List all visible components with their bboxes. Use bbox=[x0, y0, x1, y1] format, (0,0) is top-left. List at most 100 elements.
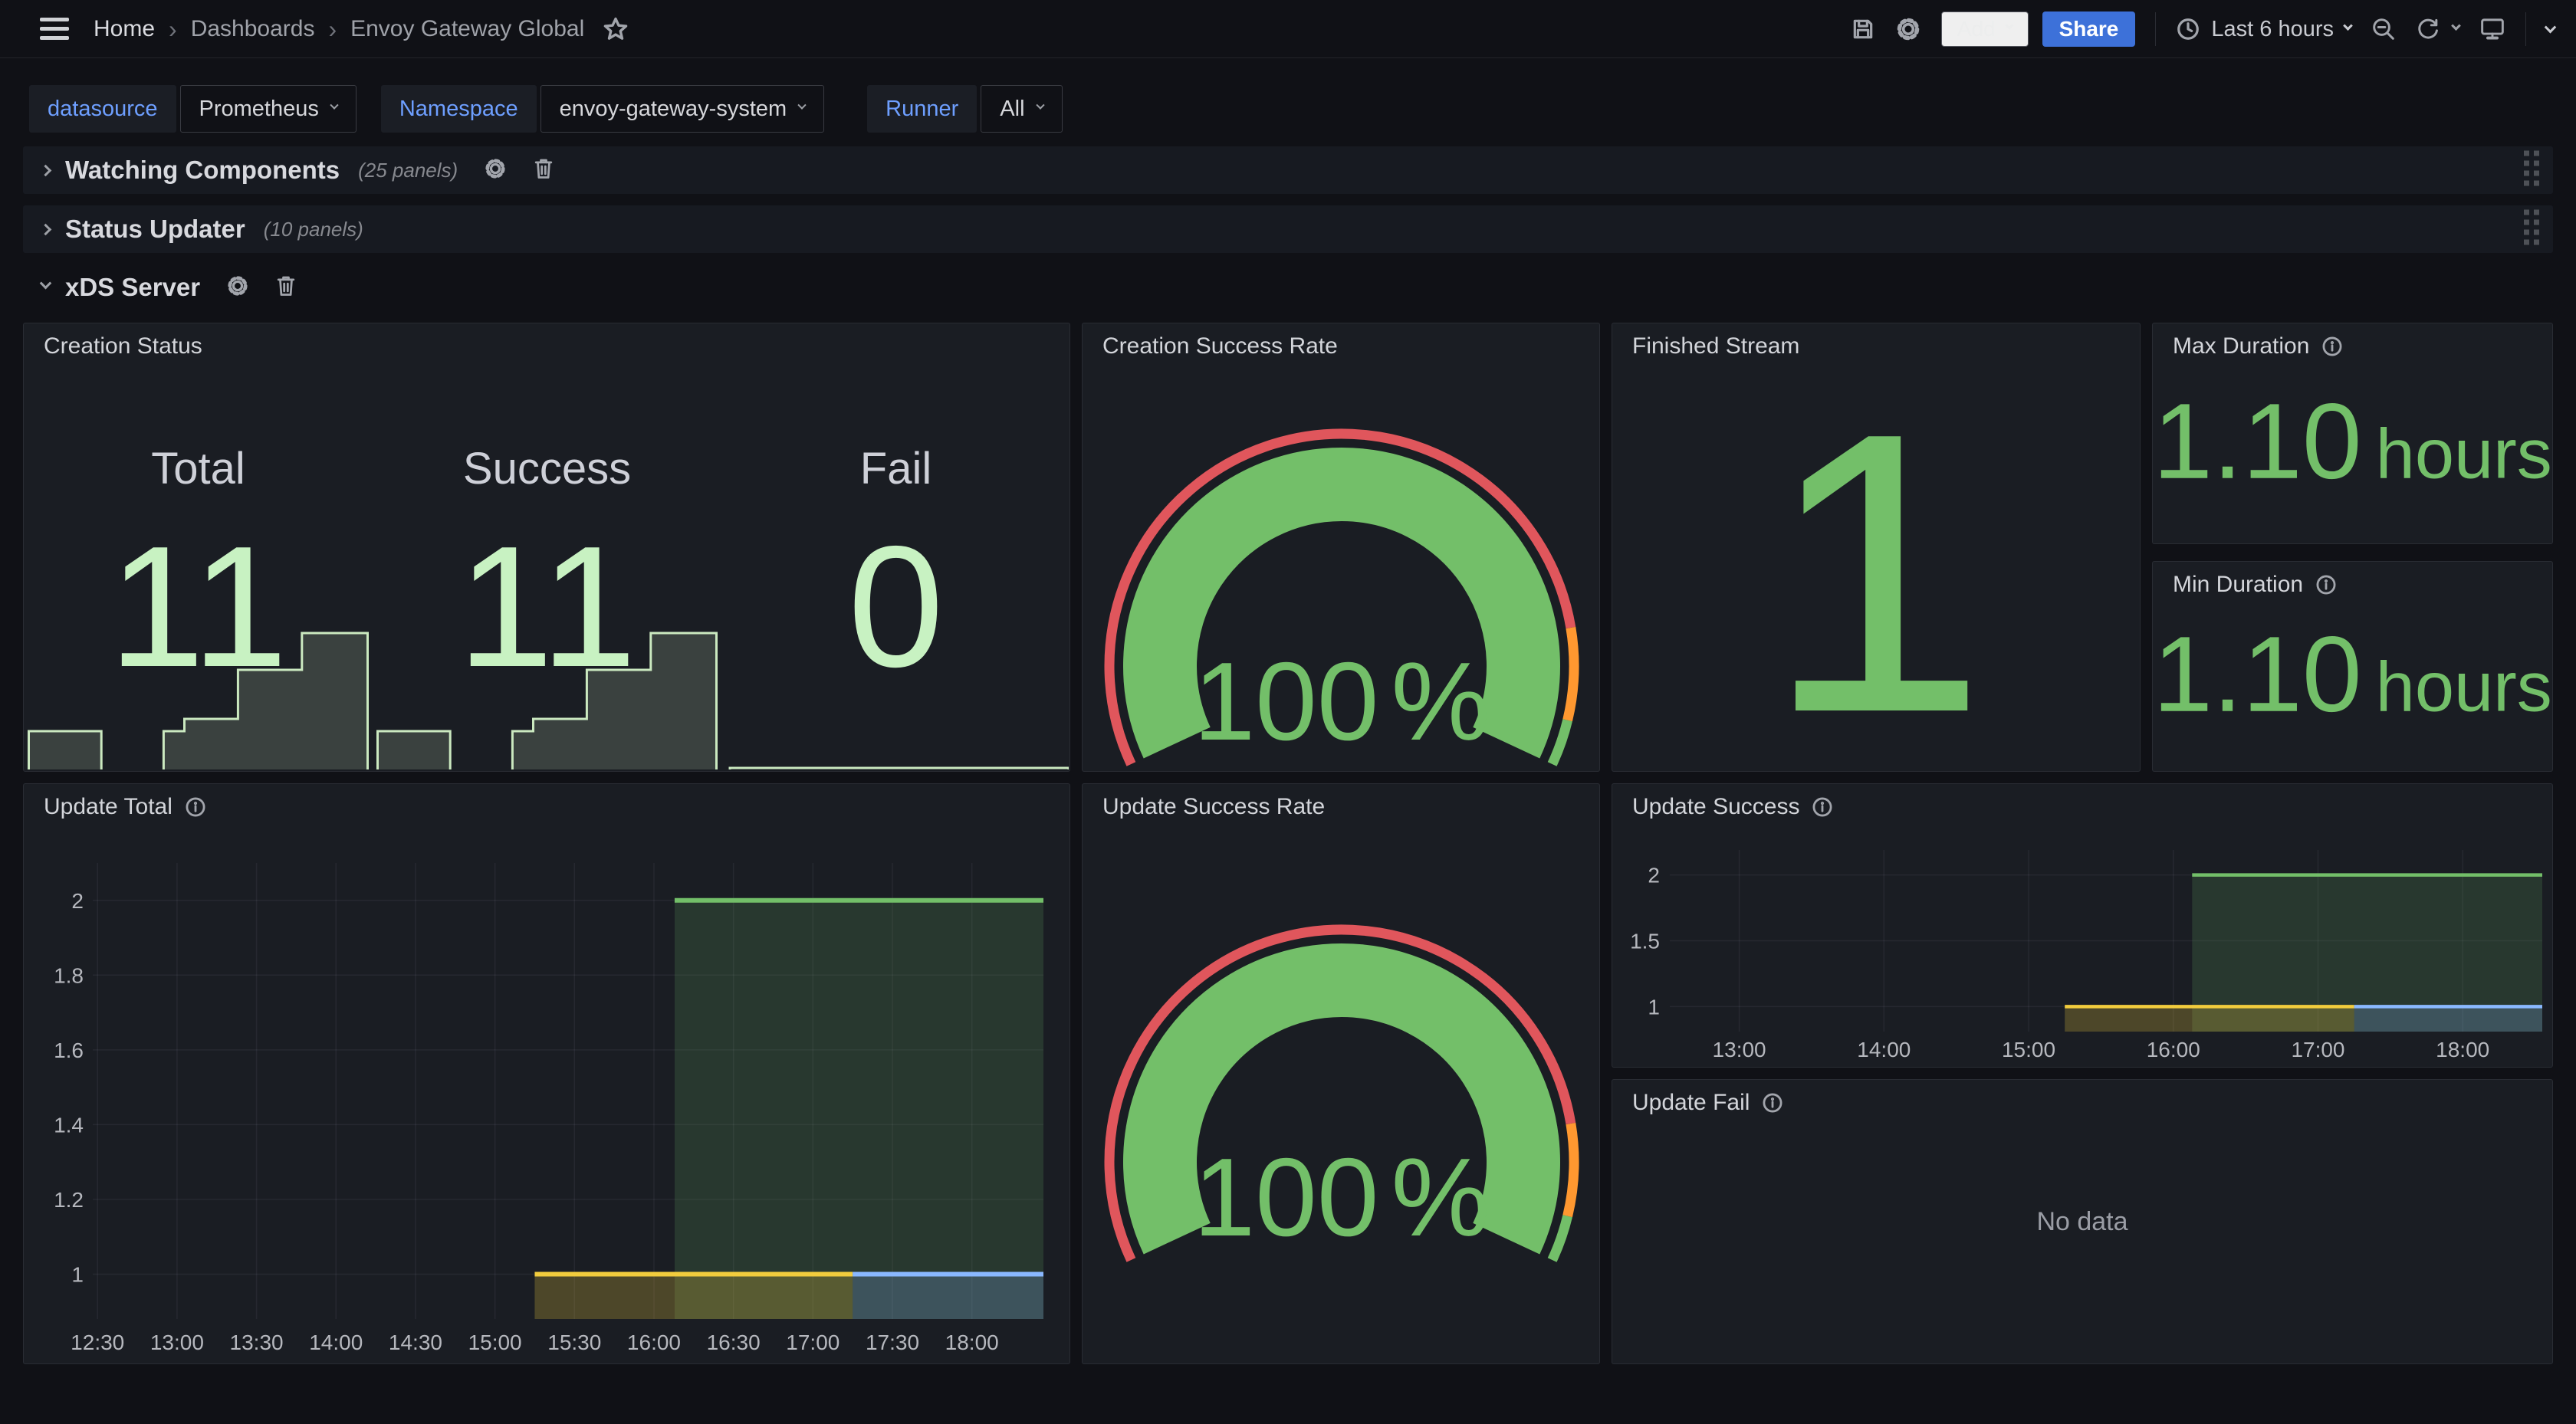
stat-unit: hours bbox=[2376, 415, 2552, 493]
svg-text:13:00: 13:00 bbox=[1713, 1038, 1766, 1061]
no-data-text: No data bbox=[1612, 1080, 2552, 1363]
variable-runner-value[interactable]: All bbox=[981, 85, 1062, 133]
refresh-interval-caret-icon bbox=[2451, 21, 2461, 31]
panel-title[interactable]: Update Fail bbox=[1632, 1090, 1783, 1116]
svg-text:100%: 100% bbox=[1194, 639, 1490, 763]
timeseries-chart: 13:0014:0015:0016:0017:0018:0011.52 bbox=[1612, 784, 2554, 1068]
info-icon[interactable] bbox=[2315, 574, 2337, 596]
variable-datasource-value[interactable]: Prometheus bbox=[180, 85, 356, 133]
svg-text:13:00: 13:00 bbox=[150, 1330, 204, 1354]
row-settings-button[interactable] bbox=[226, 274, 249, 301]
variable-namespace-label[interactable]: Namespace bbox=[381, 85, 537, 133]
svg-text:15:30: 15:30 bbox=[547, 1330, 601, 1354]
info-icon[interactable] bbox=[1812, 796, 1833, 818]
panel-title[interactable]: Update Total bbox=[44, 794, 206, 820]
row-delete-button[interactable] bbox=[275, 274, 297, 301]
stat-label: Total bbox=[24, 443, 373, 494]
gear-icon bbox=[484, 157, 507, 180]
refresh-icon bbox=[2416, 17, 2440, 41]
svg-text:16:30: 16:30 bbox=[707, 1330, 761, 1354]
timeseries-chart: 12:3013:0013:3014:0014:3015:0015:3016:00… bbox=[24, 784, 1071, 1365]
panel-update-success-rate: Update Success Rate 100% bbox=[1082, 783, 1600, 1364]
chevron-right-icon bbox=[40, 223, 52, 235]
row-status-updater[interactable]: Status Updater (10 panels) bbox=[23, 205, 2553, 253]
panel-title[interactable]: Update Success bbox=[1632, 794, 1833, 820]
row-delete-button[interactable] bbox=[533, 157, 554, 184]
trash-icon bbox=[275, 274, 297, 297]
toolbar-collapse-caret-icon[interactable] bbox=[2545, 21, 2557, 33]
add-button[interactable]: Add bbox=[1941, 11, 2029, 47]
info-icon[interactable] bbox=[2321, 336, 2343, 357]
time-range-label: Last 6 hours bbox=[2211, 17, 2334, 42]
stat-column-success: Success 11 bbox=[373, 323, 721, 771]
chevron-down-icon bbox=[330, 101, 338, 110]
chevron-down-icon bbox=[1036, 101, 1044, 110]
panel-title[interactable]: Max Duration bbox=[2173, 333, 2343, 359]
variable-namespace-value[interactable]: envoy-gateway-system bbox=[540, 85, 825, 133]
panel-title[interactable]: Creation Status bbox=[44, 333, 202, 359]
toolbar-divider bbox=[2525, 12, 2526, 46]
drag-handle[interactable] bbox=[2524, 210, 2541, 249]
hamburger-menu-button[interactable] bbox=[40, 18, 69, 41]
svg-text:1: 1 bbox=[1648, 995, 1660, 1019]
svg-text:15:00: 15:00 bbox=[468, 1330, 522, 1354]
variable-datasource-selected: Prometheus bbox=[199, 97, 319, 122]
panel-title[interactable]: Finished Stream bbox=[1632, 333, 1799, 359]
drag-handle[interactable] bbox=[2524, 151, 2541, 190]
chevron-down-icon bbox=[2343, 21, 2353, 31]
panel-max-duration: Max Duration 1.10hours bbox=[2152, 323, 2553, 544]
zoom-out-button[interactable] bbox=[2371, 17, 2396, 41]
toolbar-actions: Add Share Last 6 hours bbox=[1851, 0, 2576, 58]
svg-text:1.5: 1.5 bbox=[1630, 930, 1660, 953]
panel-update-fail: Update Fail No data bbox=[1612, 1079, 2553, 1364]
svg-text:1.6: 1.6 bbox=[54, 1038, 84, 1062]
svg-text:14:00: 14:00 bbox=[1857, 1038, 1911, 1061]
variable-runner-label[interactable]: Runner bbox=[867, 85, 977, 133]
row-title[interactable]: Status Updater bbox=[65, 215, 245, 244]
dashboard-settings-button[interactable] bbox=[1895, 16, 1921, 42]
stat-column-fail: Fail 0 bbox=[721, 323, 1070, 771]
refresh-button[interactable] bbox=[2416, 17, 2459, 41]
share-button-label: Share bbox=[2059, 17, 2119, 41]
trash-icon bbox=[533, 157, 554, 180]
svg-text:17:30: 17:30 bbox=[866, 1330, 919, 1354]
chevron-down-icon bbox=[2005, 21, 2013, 30]
variable-namespace-selected: envoy-gateway-system bbox=[560, 97, 787, 122]
kiosk-mode-button[interactable] bbox=[2479, 16, 2505, 42]
row-panel-count: (25 panels) bbox=[358, 159, 458, 182]
panel-title-text: Creation Success Rate bbox=[1102, 333, 1338, 359]
info-icon[interactable] bbox=[1762, 1092, 1783, 1114]
panel-title[interactable]: Creation Success Rate bbox=[1102, 333, 1338, 359]
svg-text:2: 2 bbox=[71, 889, 84, 913]
variable-bar: datasource Prometheus Namespace envoy-ga… bbox=[29, 85, 1063, 133]
row-xds-server[interactable]: xDS Server bbox=[23, 268, 2553, 307]
panel-title-text: Update Total bbox=[44, 794, 172, 820]
row-title[interactable]: xDS Server bbox=[65, 273, 200, 302]
svg-text:14:30: 14:30 bbox=[389, 1330, 442, 1354]
row-watching-components[interactable]: Watching Components (25 panels) bbox=[23, 146, 2553, 194]
info-icon[interactable] bbox=[185, 796, 206, 818]
svg-text:17:00: 17:00 bbox=[2291, 1038, 2344, 1061]
stat-value-group: 1.10hours bbox=[2153, 612, 2552, 736]
top-nav: Home › Dashboards › Envoy Gateway Global… bbox=[0, 0, 2576, 58]
time-range-picker[interactable]: Last 6 hours bbox=[2176, 17, 2351, 42]
row-title[interactable]: Watching Components bbox=[65, 156, 340, 185]
panel-title[interactable]: Min Duration bbox=[2173, 572, 2337, 598]
breadcrumb: Home › Dashboards › Envoy Gateway Global bbox=[94, 0, 629, 58]
svg-text:16:00: 16:00 bbox=[627, 1330, 681, 1354]
panel-title-text: Min Duration bbox=[2173, 572, 2303, 598]
variable-datasource-label[interactable]: datasource bbox=[29, 85, 176, 133]
share-button[interactable]: Share bbox=[2042, 11, 2136, 47]
gear-icon bbox=[226, 274, 249, 297]
panel-title[interactable]: Update Success Rate bbox=[1102, 794, 1325, 820]
breadcrumb-dashboards[interactable]: Dashboards bbox=[191, 16, 315, 42]
svg-text:2: 2 bbox=[1648, 864, 1660, 888]
save-dashboard-button[interactable] bbox=[1851, 17, 1875, 41]
favorite-star-button[interactable] bbox=[603, 16, 629, 42]
gauge-chart: 100% bbox=[1104, 427, 1579, 787]
panel-update-total: Update Total 12:3013:0013:3014:0014:3015… bbox=[23, 783, 1070, 1364]
breadcrumb-separator: › bbox=[169, 15, 177, 44]
stat-value: 1.10 bbox=[2153, 613, 2361, 733]
breadcrumb-home[interactable]: Home bbox=[94, 16, 155, 42]
row-settings-button[interactable] bbox=[484, 157, 507, 184]
